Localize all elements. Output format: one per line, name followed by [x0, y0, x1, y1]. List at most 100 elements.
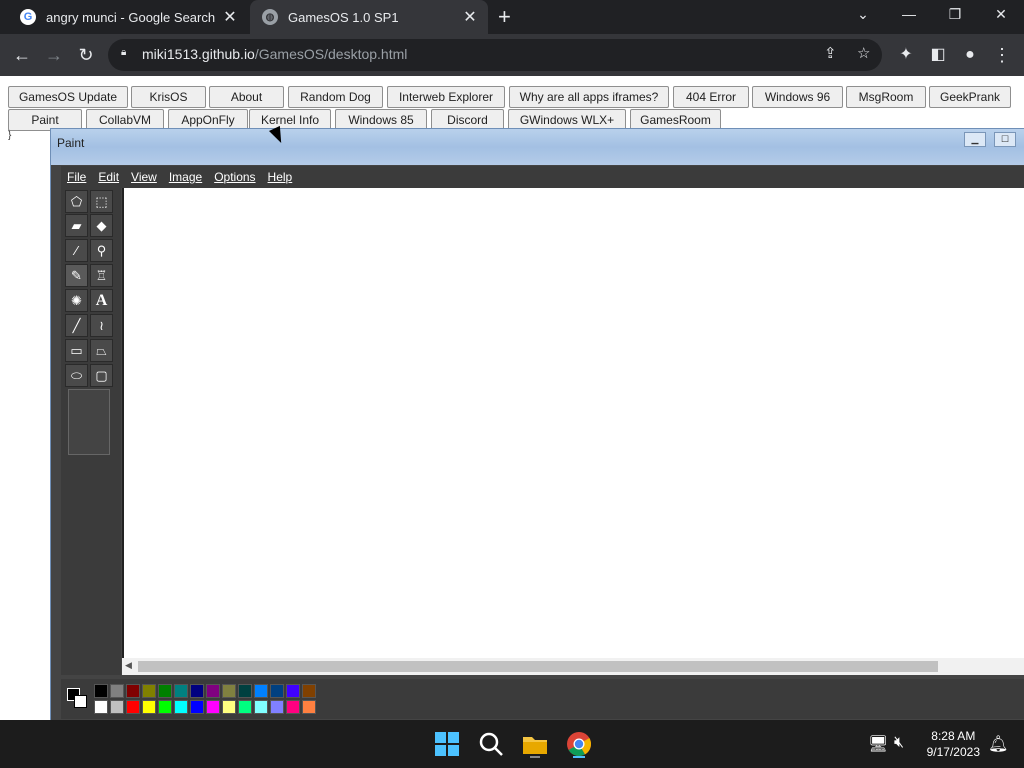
forward-icon[interactable]: →	[42, 44, 66, 66]
palette-swatch[interactable]	[174, 684, 188, 698]
palette-swatch[interactable]	[302, 684, 316, 698]
app-button-3[interactable]: Random Dog	[288, 86, 383, 108]
volume-muted-icon[interactable]: 🔇︎	[894, 734, 904, 752]
paint-menubar: File Edit View Image Options Help	[61, 166, 1024, 188]
palette-swatch[interactable]	[254, 684, 268, 698]
palette-swatch[interactable]	[190, 700, 204, 714]
palette-swatch[interactable]	[174, 700, 188, 714]
new-tab-icon[interactable]: +	[498, 4, 511, 30]
line-icon[interactable]: ╱	[65, 314, 88, 337]
notification-bell-icon[interactable]: 🔔︎	[988, 734, 1008, 754]
close-window-icon[interactable]: ✕	[986, 6, 1016, 23]
app-button-1[interactable]: KrisOS	[131, 86, 206, 108]
app-button-8[interactable]: MsgRoom	[846, 86, 926, 108]
menu-kebab-icon[interactable]: ⋮	[990, 44, 1014, 66]
curve-icon[interactable]: ≀	[90, 314, 113, 337]
windows-start-icon[interactable]	[433, 730, 461, 758]
tab-google-search[interactable]: G angry munci - Google Search ✕	[8, 0, 248, 34]
palette-swatch[interactable]	[94, 700, 108, 714]
back-icon[interactable]: ←	[10, 44, 34, 66]
paint-menu-item-file[interactable]: File	[67, 170, 86, 184]
palette-swatch[interactable]	[286, 700, 300, 714]
app-button-9[interactable]: GeekPrank	[929, 86, 1011, 108]
file-explorer-icon[interactable]	[521, 730, 549, 758]
tab-gamesos[interactable]: ◍ GamesOS 1.0 SP1 ✕	[250, 0, 488, 34]
url-text[interactable]: miki1513.github.io/GamesOS/desktop.html	[142, 46, 407, 62]
paint-menu-item-view[interactable]: View	[131, 170, 157, 184]
palette-swatch[interactable]	[270, 700, 284, 714]
palette-swatch[interactable]	[126, 700, 140, 714]
side-panel-icon[interactable]: ◧	[926, 44, 950, 66]
close-tab-icon[interactable]: ✕	[460, 7, 480, 27]
palette-swatch[interactable]	[270, 684, 284, 698]
paint-canvas[interactable]	[122, 188, 1024, 658]
rounded-rect-icon[interactable]: ▢	[90, 364, 113, 387]
scroll-left-icon[interactable]: ◀	[125, 660, 132, 671]
paint-titlebar[interactable]: Paint ▁ ☐	[51, 129, 1024, 165]
palette-swatch[interactable]	[126, 684, 140, 698]
palette-swatch[interactable]	[142, 684, 156, 698]
app-button-2[interactable]: About	[209, 86, 284, 108]
palette-swatch[interactable]	[158, 684, 172, 698]
paint-menu-item-help[interactable]: Help	[268, 170, 293, 184]
palette-swatch[interactable]	[190, 684, 204, 698]
paint-menu-item-image[interactable]: Image	[169, 170, 202, 184]
current-colors[interactable]	[64, 685, 88, 709]
palette-swatch[interactable]	[110, 684, 124, 698]
app-button-7[interactable]: Windows 96	[752, 86, 843, 108]
rectangle-icon[interactable]: ▭	[65, 339, 88, 362]
polygon-icon[interactable]: ⏢	[90, 339, 113, 362]
network-icon[interactable]: 🖥︎	[868, 734, 888, 754]
rect-select-icon[interactable]: ⬚	[90, 190, 113, 213]
profile-icon[interactable]: ●	[958, 44, 982, 66]
paint-maximize-icon[interactable]: ☐	[994, 132, 1016, 147]
paint-menu-item-edit[interactable]: Edit	[98, 170, 119, 184]
browser-toolbar: ← → ↻ 🔒︎ miki1513.github.io/GamesOS/desk…	[0, 34, 1024, 76]
palette-swatch[interactable]	[254, 700, 268, 714]
palette-swatch[interactable]	[302, 700, 316, 714]
close-tab-icon[interactable]: ✕	[220, 7, 240, 27]
search-icon[interactable]	[477, 730, 505, 758]
palette-swatch[interactable]	[158, 700, 172, 714]
app-button-0[interactable]: GamesOS Update	[8, 86, 128, 108]
minimize-icon[interactable]: —	[894, 6, 924, 22]
paint-minimize-icon[interactable]: ▁	[964, 132, 986, 147]
background-color[interactable]	[74, 695, 87, 708]
pencil-icon[interactable]: ✎	[65, 264, 88, 287]
eraser-icon[interactable]: ▰	[65, 214, 88, 237]
restore-icon[interactable]: ❐	[940, 6, 970, 23]
tool-options-box[interactable]	[68, 389, 110, 455]
taskbar-clock[interactable]: 8:28 AM 9/17/2023	[927, 728, 980, 760]
palette-swatch[interactable]	[110, 700, 124, 714]
tab-search-icon[interactable]: ⌄	[848, 6, 878, 23]
address-bar[interactable]: 🔒︎ miki1513.github.io/GamesOS/desktop.ht…	[108, 39, 882, 71]
palette-swatch[interactable]	[238, 700, 252, 714]
palette-swatch[interactable]	[142, 700, 156, 714]
horizontal-scrollbar[interactable]: ◀	[122, 658, 1024, 675]
free-select-icon[interactable]: ⬠	[65, 190, 88, 213]
scrollbar-thumb[interactable]	[138, 661, 938, 672]
airbrush-icon[interactable]: ✺	[65, 289, 88, 312]
bookmark-star-icon[interactable]: ☆	[857, 44, 870, 62]
palette-swatch[interactable]	[238, 684, 252, 698]
paint-menu-item-options[interactable]: Options	[214, 170, 255, 184]
chrome-icon[interactable]	[565, 730, 593, 758]
palette-swatch[interactable]	[286, 684, 300, 698]
color-picker-icon[interactable]: ⁄	[65, 239, 88, 262]
magnifier-icon[interactable]: ⚲	[90, 239, 113, 262]
ellipse-icon[interactable]: ⬭	[65, 364, 88, 387]
palette-swatch[interactable]	[222, 684, 236, 698]
text-tool-icon[interactable]: A	[90, 289, 113, 312]
palette-swatch[interactable]	[94, 684, 108, 698]
palette-swatch[interactable]	[222, 700, 236, 714]
app-button-4[interactable]: Interweb Explorer	[387, 86, 505, 108]
app-button-5[interactable]: Why are all apps iframes?	[509, 86, 669, 108]
extensions-icon[interactable]: ✦	[894, 44, 918, 66]
palette-swatch[interactable]	[206, 700, 220, 714]
app-button-6[interactable]: 404 Error	[673, 86, 749, 108]
reload-icon[interactable]: ↻	[74, 44, 98, 66]
brush-icon[interactable]: ♖	[90, 264, 113, 287]
palette-swatch[interactable]	[206, 684, 220, 698]
share-icon[interactable]: ⇪	[824, 44, 837, 62]
fill-bucket-icon[interactable]: ◆	[90, 214, 113, 237]
